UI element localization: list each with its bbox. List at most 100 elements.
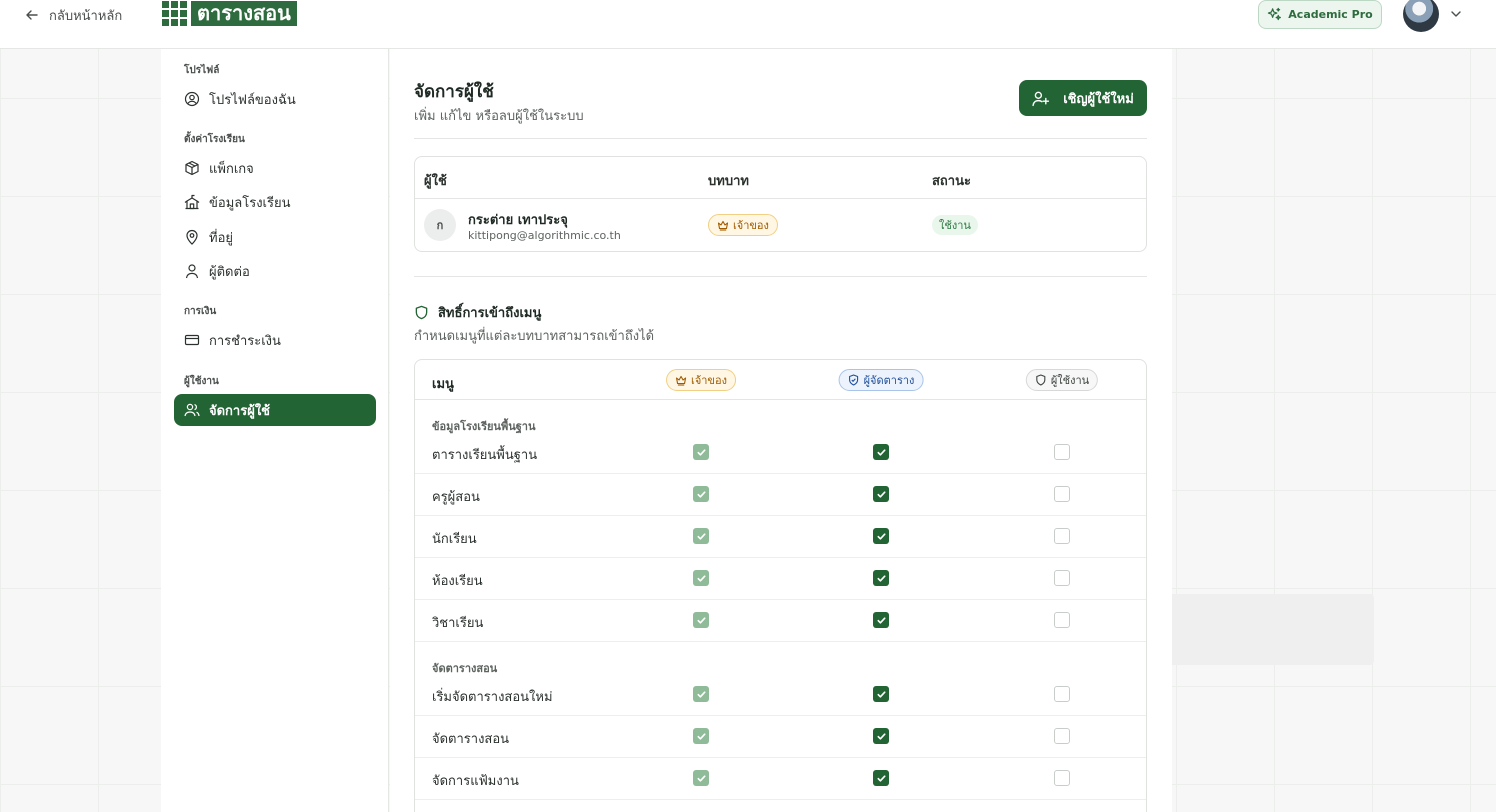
sidebar-group-school-settings: ตั้งค่าโรงเรียน — [184, 134, 245, 145]
users-table: ผู้ใช้ บทบาท สถานะ ก กระต่าย เทาประจุ ki… — [414, 156, 1147, 252]
sidebar-item-contact[interactable]: ผู้ติดต่อ — [174, 255, 376, 287]
user-checkbox[interactable] — [1054, 486, 1070, 502]
permission-row: ครูผู้สอน — [415, 474, 1146, 516]
sidebar-item-package[interactable]: แพ็กเกจ — [174, 152, 376, 184]
back-home-label: กลับหน้าหลัก — [49, 8, 123, 24]
column-header-owner: เจ้าของ — [666, 369, 736, 391]
plan-label: Academic Pro — [1288, 8, 1373, 21]
sidebar-item-label: โปรไฟล์ของฉัน — [209, 92, 296, 108]
permission-row-label: นักเรียน — [432, 532, 477, 547]
permission-row: นักเรียน — [415, 516, 1146, 558]
user-circle-icon — [184, 91, 200, 107]
permission-row: จัดการแฟ้มงาน — [415, 758, 1146, 800]
crown-icon — [717, 220, 729, 231]
scheduler-checkbox[interactable] — [873, 444, 889, 460]
scheduler-checkbox[interactable] — [873, 770, 889, 786]
user-checkbox[interactable] — [1054, 686, 1070, 702]
permission-row: เริ่มจัดตารางสอนใหม่ — [415, 674, 1146, 716]
column-header-user: ผู้ใช้ — [424, 174, 447, 189]
table-row[interactable]: ก กระต่าย เทาประจุ kittipong@algorithmic… — [415, 199, 1146, 251]
sidebar-item-school-info[interactable]: ข้อมูลโรงเรียน — [174, 186, 376, 218]
divider — [414, 276, 1147, 277]
sidebar-item-my-profile[interactable]: โปรไฟล์ของฉัน — [174, 83, 376, 115]
sidebar-item-label: ผู้ติดต่อ — [209, 264, 250, 280]
sidebar-item-label: ข้อมูลโรงเรียน — [209, 195, 291, 211]
user-avatar[interactable] — [1403, 0, 1439, 32]
user-checkbox[interactable] — [1054, 612, 1070, 628]
permission-row: ห้องเรียน — [415, 558, 1146, 600]
background-panel — [1172, 594, 1374, 665]
user-icon — [185, 264, 199, 279]
permission-row-label: เริ่มจัดตารางสอนใหม่ — [432, 690, 553, 705]
users-table-header: ผู้ใช้ บทบาท สถานะ — [415, 157, 1146, 199]
sidebar-group-users: ผู้ใช้งาน — [184, 376, 219, 387]
sidebar-item-label: การชำระเงิน — [209, 333, 281, 349]
user-checkbox[interactable] — [1054, 444, 1070, 460]
app-logo[interactable]: ตารางสอน — [162, 0, 297, 27]
column-header-user-role-label: ผู้ใช้งาน — [1050, 374, 1090, 387]
chevron-down-icon[interactable] — [1449, 7, 1463, 21]
map-pin-icon — [186, 229, 198, 245]
user-checkbox[interactable] — [1054, 528, 1070, 544]
permissions-table-header: เมนู เจ้าของ ผู้จัดตาราง ผู้ใช้งาน — [415, 360, 1146, 400]
permission-row: จัดตารางสอน — [415, 716, 1146, 758]
sidebar-item-manage-users[interactable]: จัดการผู้ใช้ — [174, 394, 376, 426]
column-header-status: สถานะ — [932, 174, 971, 189]
column-header-menu: เมนู — [432, 377, 454, 392]
column-header-scheduler-label: ผู้จัดตาราง — [863, 374, 915, 387]
divider — [414, 138, 1147, 139]
owner-checkbox — [693, 570, 709, 586]
permission-row-label: วิชาเรียน — [432, 616, 484, 631]
scheduler-checkbox[interactable] — [873, 686, 889, 702]
plan-badge[interactable]: Academic Pro — [1258, 0, 1382, 29]
sidebar-group-profile: โปรไฟล์ — [184, 65, 220, 76]
sidebar-item-address[interactable]: ที่อยู่ — [174, 221, 376, 253]
credit-card-icon — [184, 334, 200, 346]
sparkles-icon — [1268, 7, 1282, 21]
sidebar-item-label: จัดการผู้ใช้ — [209, 403, 271, 419]
main-panel: จัดการผู้ใช้ เพิ่ม แก้ไข หรือลบผู้ใช้ในร… — [390, 49, 1172, 812]
users-icon — [184, 403, 200, 417]
invite-user-button[interactable]: เชิญผู้ใช้ใหม่ — [1019, 80, 1147, 116]
sidebar-item-label: ที่อยู่ — [209, 230, 233, 246]
scheduler-checkbox[interactable] — [873, 528, 889, 544]
school-icon — [184, 194, 200, 210]
role-badge: เจ้าของ — [708, 214, 778, 236]
column-header-role: บทบาท — [708, 174, 749, 189]
sidebar-group-finance: การเงิน — [184, 306, 217, 317]
crown-icon — [676, 375, 687, 386]
sidebar-item-payment[interactable]: การชำระเงิน — [174, 324, 376, 356]
logo-grid-icon — [162, 1, 187, 26]
sidebar-item-label: แพ็กเกจ — [209, 161, 254, 177]
top-bar: กลับหน้าหลัก ตารางสอน Academic Pro — [0, 0, 1496, 49]
permission-row-label: ตารางเรียนพื้นฐาน — [432, 448, 538, 463]
user-email: kittipong@algorithmic.co.th — [468, 229, 621, 242]
column-header-owner-label: เจ้าของ — [691, 374, 727, 387]
back-home-link[interactable]: กลับหน้าหลัก — [24, 4, 122, 26]
user-checkbox[interactable] — [1054, 770, 1070, 786]
logo-text: ตารางสอน — [191, 1, 297, 26]
permission-row: วิชาเรียน — [415, 600, 1146, 642]
permissions-table: เมนู เจ้าของ ผู้จัดตาราง ผู้ใช้งาน ข้อมู… — [414, 359, 1147, 812]
owner-checkbox — [693, 444, 709, 460]
user-checkbox[interactable] — [1054, 570, 1070, 586]
settings-sidebar: โปรไฟล์ โปรไฟล์ของฉัน ตั้งค่าโรงเรียน แพ… — [161, 49, 389, 812]
role-badge-label: เจ้าของ — [733, 219, 769, 232]
status-badge: ใช้งาน — [932, 215, 978, 235]
scheduler-checkbox[interactable] — [873, 570, 889, 586]
scheduler-checkbox[interactable] — [873, 728, 889, 744]
shield-check-icon — [849, 374, 859, 386]
user-checkbox[interactable] — [1054, 728, 1070, 744]
owner-checkbox — [693, 612, 709, 628]
user-plus-icon — [1032, 91, 1050, 106]
scheduler-checkbox[interactable] — [873, 486, 889, 502]
page-title: จัดการผู้ใช้ — [414, 82, 494, 102]
scheduler-checkbox[interactable] — [873, 612, 889, 628]
column-header-user-role: ผู้ใช้งาน — [1025, 369, 1099, 391]
permission-row-label: ห้องเรียน — [432, 574, 483, 589]
arrow-left-icon — [26, 10, 38, 20]
permission-row-label: จัดตารางสอน — [432, 732, 510, 747]
permissions-title-text: สิทธิ์การเข้าถึงเมนู — [438, 306, 542, 321]
invite-user-label: เชิญผู้ใช้ใหม่ — [1063, 91, 1134, 107]
user-name: กระต่าย เทาประจุ — [468, 213, 568, 228]
